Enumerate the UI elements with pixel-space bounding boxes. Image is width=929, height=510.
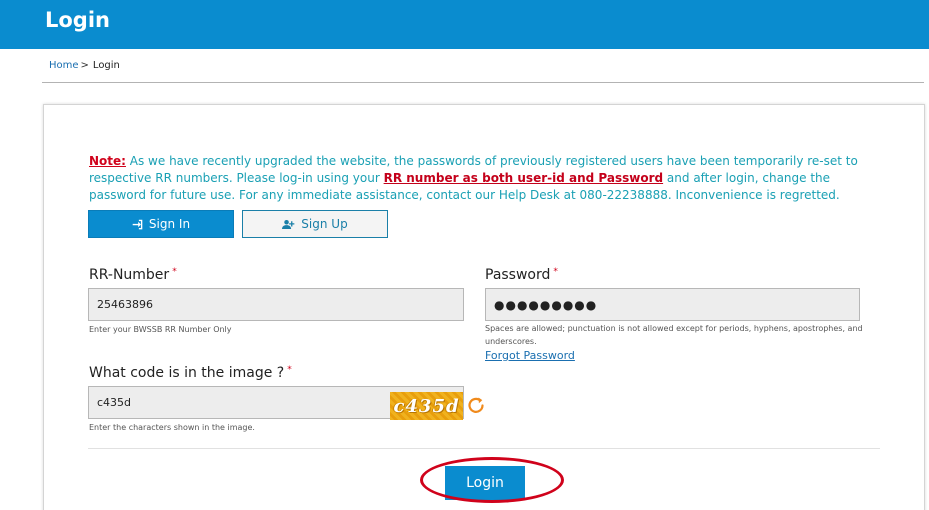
- captcha-hint: Enter the characters shown in the image.: [89, 423, 255, 432]
- required-marker: *: [553, 267, 558, 277]
- divider: [88, 448, 880, 449]
- password-label-text: Password: [485, 267, 551, 283]
- required-marker: *: [172, 267, 177, 277]
- login-panel: Note: As we have recently upgraded the w…: [43, 104, 925, 510]
- refresh-icon[interactable]: [466, 396, 486, 416]
- page-title: Login: [45, 8, 110, 32]
- tab-sign-in-label: Sign In: [148, 217, 191, 231]
- sign-in-icon: [132, 219, 143, 229]
- rr-number-input[interactable]: 25463896: [88, 288, 464, 321]
- captcha-image: c435d: [390, 392, 463, 420]
- breadcrumb-current: Login: [92, 60, 120, 71]
- captcha-image-text: c435d: [393, 395, 460, 417]
- rr-number-label-text: RR-Number: [89, 267, 170, 283]
- captcha-label-text: What code is in the image ?: [89, 365, 285, 381]
- divider: [42, 82, 924, 83]
- tab-sign-up[interactable]: Sign Up: [242, 210, 388, 238]
- password-input[interactable]: ●●●●●●●●●: [485, 288, 860, 321]
- header-bar: Login: [0, 0, 929, 49]
- breadcrumb: Home > Login: [49, 60, 120, 71]
- notice-label: Note:: [89, 154, 126, 168]
- rr-number-label: RR-Number *: [89, 267, 177, 283]
- breadcrumb-separator: >: [80, 60, 89, 71]
- breadcrumb-home-link[interactable]: Home: [49, 60, 79, 71]
- password-label: Password *: [485, 267, 558, 283]
- login-button[interactable]: Login: [445, 466, 525, 500]
- notice-text: Note: As we have recently upgraded the w…: [89, 153, 889, 204]
- required-marker: *: [287, 365, 292, 375]
- rr-number-hint: Enter your BWSSB RR Number Only: [89, 325, 232, 334]
- user-plus-icon: [282, 219, 295, 229]
- password-hint: Spaces are allowed; punctuation is not a…: [485, 324, 863, 346]
- forgot-password-link[interactable]: Forgot Password: [485, 349, 575, 362]
- notice-emphasis: RR number as both user-id and Password: [383, 171, 664, 185]
- captcha-label: What code is in the image ? *: [89, 365, 292, 381]
- tab-sign-in[interactable]: Sign In: [88, 210, 234, 238]
- tab-sign-up-label: Sign Up: [301, 217, 348, 231]
